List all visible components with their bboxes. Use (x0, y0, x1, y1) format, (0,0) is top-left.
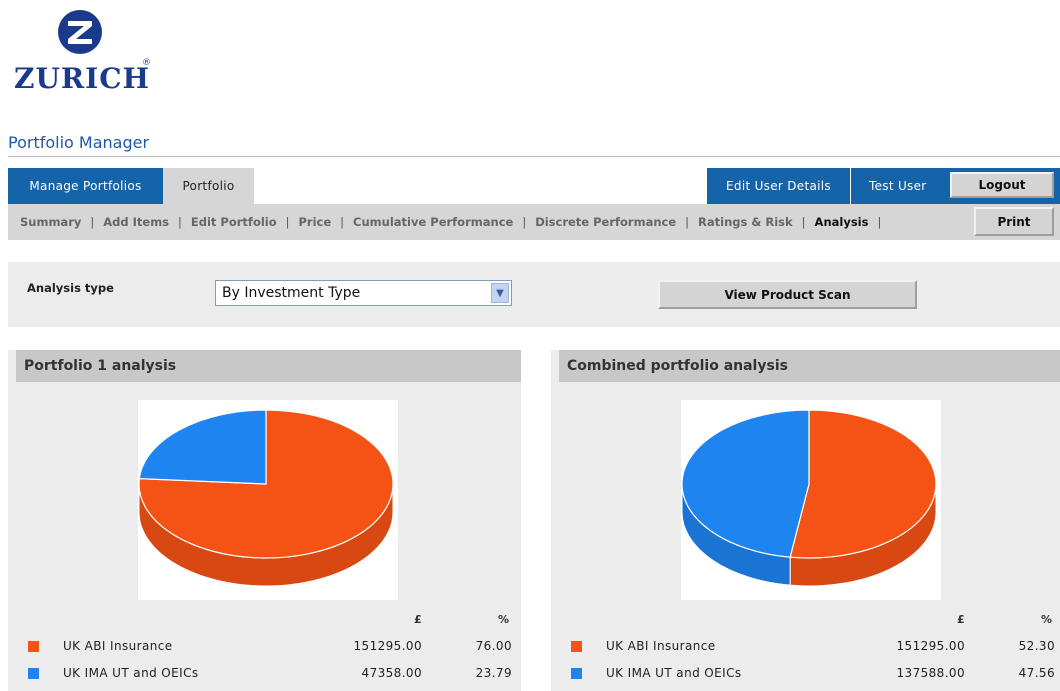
subnav-item-discrete-performance[interactable]: Discrete Performance (535, 215, 676, 229)
analysis-type-label: Analysis type (27, 281, 114, 295)
analysis-type-select[interactable]: By Investment Type ▼ (215, 280, 512, 306)
legend-row: UK IMA UT and OEICs 137588.00 47.56 (551, 664, 1060, 684)
zurich-logo: ZURICH ® (10, 8, 160, 98)
legend-amount: 137588.00 (896, 666, 965, 680)
sub-navigation: Summary | Add Items | Edit Portfolio | P… (8, 204, 1060, 240)
subnav-item-add-items[interactable]: Add Items (103, 215, 169, 229)
subnav-item-analysis[interactable]: Analysis (815, 215, 869, 229)
subnav-item-edit-portfolio[interactable]: Edit Portfolio (191, 215, 277, 229)
analysis-type-value: By Investment Type (222, 285, 361, 301)
legend-percent: 47.56 (1018, 666, 1055, 680)
legend-swatch (571, 668, 582, 679)
zurich-wordmark: ZURICH (14, 62, 150, 95)
panel-title: Combined portfolio analysis (559, 350, 1060, 382)
legend-amount: 151295.00 (353, 639, 422, 653)
top-navigation: Manage Portfolios Portfolio Edit User De… (0, 168, 1060, 204)
logout-button[interactable]: Logout (950, 172, 1054, 198)
registered-mark: ® (142, 58, 151, 68)
legend-label: UK IMA UT and OEICs (606, 666, 742, 680)
column-header-amount: £ (957, 613, 965, 626)
legend-amount: 47358.00 (361, 666, 422, 680)
tab-manage-portfolios[interactable]: Manage Portfolios (8, 168, 163, 204)
legend-label: UK ABI Insurance (606, 639, 716, 653)
pie-slice (138, 409, 267, 485)
legend-amount: 151295.00 (896, 639, 965, 653)
legend-swatch (28, 668, 39, 679)
legend-swatch (28, 641, 39, 652)
legend-percent: 23.79 (475, 666, 512, 680)
chevron-down-icon[interactable]: ▼ (491, 283, 509, 303)
user-name: Test User (869, 179, 927, 193)
subnav-separator: | (801, 215, 806, 229)
zurich-z-icon (58, 10, 102, 54)
subnav-items: Summary | Add Items | Edit Portfolio | P… (20, 204, 890, 240)
pie-chart-svg (138, 409, 394, 587)
legend-row: UK ABI Insurance 151295.00 52.30 (551, 637, 1060, 657)
pie-chart-combined (681, 400, 941, 600)
column-header-percent: % (1041, 613, 1053, 626)
pie-chart-svg (681, 409, 937, 587)
subnav-separator: | (285, 215, 290, 229)
pie-chart-portfolio-1 (138, 400, 398, 600)
subnav-separator: | (178, 215, 182, 229)
subnav-separator: | (90, 215, 95, 229)
tab-edit-user-details[interactable]: Edit User Details (707, 168, 850, 204)
column-header-percent: % (498, 613, 510, 626)
legend-swatch (571, 641, 582, 652)
subnav-separator: | (522, 215, 527, 229)
portfolio-1-analysis-panel: Portfolio 1 analysis £ % UK ABI Insuranc… (8, 350, 521, 691)
legend-percent: 52.30 (1018, 639, 1055, 653)
legend-row: UK IMA UT and OEICs 47358.00 23.79 (8, 664, 521, 684)
subnav-separator: | (877, 215, 882, 229)
tab-portfolio[interactable]: Portfolio (163, 168, 254, 204)
legend-row: UK ABI Insurance 151295.00 76.00 (8, 637, 521, 657)
subnav-item-cumulative-performance[interactable]: Cumulative Performance (353, 215, 513, 229)
legend-percent: 76.00 (475, 639, 512, 653)
subnav-item-price[interactable]: Price (299, 215, 332, 229)
subnav-item-summary[interactable]: Summary (20, 215, 81, 229)
page-title: Portfolio Manager (8, 133, 150, 152)
legend-label: UK ABI Insurance (63, 639, 173, 653)
analysis-controls: Analysis type By Investment Type ▼ View … (8, 262, 1060, 327)
combined-portfolio-analysis-panel: Combined portfolio analysis £ % UK ABI I… (551, 350, 1060, 691)
subnav-item-ratings-risk[interactable]: Ratings & Risk (698, 215, 793, 229)
legend-label: UK IMA UT and OEICs (63, 666, 199, 680)
column-header-amount: £ (414, 613, 422, 626)
title-divider (8, 156, 1060, 157)
print-button[interactable]: Print (974, 207, 1054, 236)
panel-title: Portfolio 1 analysis (16, 350, 521, 382)
subnav-separator: | (340, 215, 345, 229)
view-product-scan-button[interactable]: View Product Scan (658, 280, 917, 309)
subnav-separator: | (685, 215, 690, 229)
